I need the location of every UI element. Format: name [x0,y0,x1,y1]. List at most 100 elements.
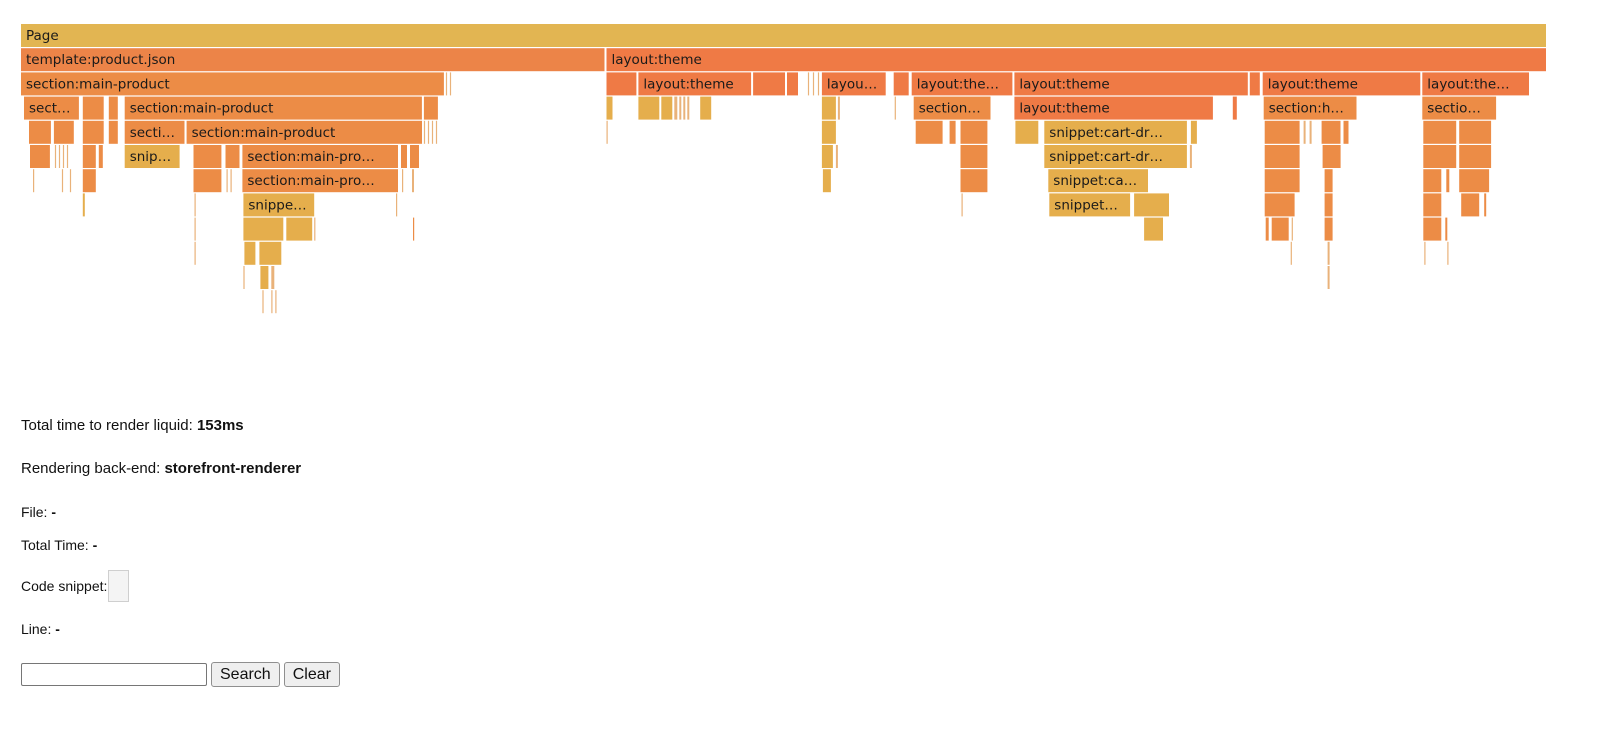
flame-frame[interactable] [82,96,104,120]
flame-frame-rect[interactable] [431,120,434,144]
flame-frame-rect[interactable] [1303,120,1306,144]
flame-frame[interactable] [82,169,96,193]
flame-frame[interactable] [1015,120,1039,144]
flame-frame-rect[interactable] [1249,72,1260,96]
flame-frame-rect[interactable] [679,96,682,120]
flame-frame[interactable] [807,72,810,96]
flame-frame[interactable] [679,96,682,120]
flame-frame[interactable] [54,145,57,168]
flame-frame-rect[interactable] [674,96,678,120]
flame-frame[interactable]: sect… [24,96,79,120]
flame-frame[interactable] [821,145,833,168]
flame-frame[interactable] [1190,120,1197,144]
flame-frame[interactable] [1232,96,1237,120]
flame-frame[interactable] [606,120,608,144]
flame-frame[interactable]: snippet:cart-dr… [1044,120,1187,144]
flame-frame[interactable] [33,169,35,193]
flame-frame-rect[interactable] [82,193,85,217]
flame-frame-rect[interactable] [124,145,180,168]
flame-frame[interactable] [1423,193,1442,217]
flame-frame[interactable] [893,72,909,96]
flame-frame[interactable]: template:product.json [21,48,605,72]
flame-frame-rect[interactable] [1265,217,1269,241]
flame-frame-rect[interactable] [58,145,61,168]
flame-frame[interactable] [894,96,896,120]
flame-frame-rect[interactable] [82,145,96,168]
flame-frame[interactable] [82,193,85,217]
flame-frame-rect[interactable] [314,217,316,241]
flame-frame-rect[interactable] [396,193,398,217]
flame-frame[interactable]: snippet:ca… [1048,169,1148,193]
flame-frame[interactable] [1265,217,1269,241]
flame-frame[interactable] [960,120,988,144]
flame-frame-rect[interactable] [1324,169,1333,193]
flame-frame[interactable]: snip… [124,145,180,168]
flame-frame-rect[interactable] [807,72,810,96]
flame-frame-rect[interactable] [259,241,282,265]
flame-frame[interactable] [314,217,316,241]
flame-frame[interactable] [960,145,988,168]
flame-frame-rect[interactable] [30,145,50,168]
flame-frame-rect[interactable] [1044,120,1187,144]
flame-frame[interactable] [243,217,284,241]
flame-frame-rect[interactable] [242,145,398,168]
flame-frame-rect[interactable] [413,217,415,241]
flame-frame[interactable] [1327,241,1330,265]
flame-frame-rect[interactable] [1309,120,1312,144]
flame-frame[interactable] [401,145,407,168]
flame-frame[interactable]: layout:theme [1262,72,1421,96]
flame-frame-rect[interactable] [1134,193,1169,217]
flame-frame[interactable] [1264,120,1300,144]
flame-frame-rect[interactable] [242,169,398,193]
flame-frame-rect[interactable] [683,96,686,120]
flame-frame-rect[interactable] [606,48,1547,72]
flame-frame[interactable] [837,96,840,120]
flame-frame[interactable] [1484,193,1487,217]
flame-frame[interactable] [700,96,712,120]
flame-frame[interactable] [949,120,956,144]
flame-frame-rect[interactable] [1190,120,1197,144]
flame-frame-rect[interactable] [915,120,943,144]
flame-frame-rect[interactable] [193,169,222,193]
flame-frame[interactable] [1264,193,1295,217]
flame-frame[interactable]: section:main-product [124,96,422,120]
flame-frame-rect[interactable] [606,72,637,96]
flame-frame-rect[interactable] [1484,193,1487,217]
flame-frame[interactable] [244,241,256,265]
flame-frame[interactable]: section:main-product [21,72,444,96]
flame-frame[interactable] [1423,169,1442,193]
flame-frame-rect[interactable] [949,120,956,144]
flame-frame[interactable] [66,145,69,168]
flame-frame[interactable] [1290,241,1292,265]
search-button[interactable]: Search [211,662,280,687]
flame-frame-rect[interactable] [821,96,836,120]
flame-frame[interactable] [69,169,72,193]
flame-frame[interactable] [260,266,269,289]
flame-frame[interactable] [687,96,690,120]
flame-frame[interactable] [259,241,282,265]
flame-frame-rect[interactable] [1264,169,1300,193]
flame-frame[interactable]: section:main-pro… [242,145,398,168]
flame-frame-rect[interactable] [21,72,444,96]
flame-frame[interactable] [606,96,613,120]
flame-frame[interactable] [606,72,637,96]
flame-frame[interactable] [194,193,196,217]
flame-frame-rect[interactable] [1327,241,1330,265]
flame-frame[interactable] [30,145,50,168]
flame-frame-rect[interactable] [33,169,35,193]
flame-frame-rect[interactable] [62,145,65,168]
flame-frame-rect[interactable] [1264,120,1300,144]
flame-frame-rect[interactable] [893,72,909,96]
flame-frame-rect[interactable] [1459,169,1490,193]
flame-frame[interactable] [29,120,51,144]
flame-frame-rect[interactable] [687,96,690,120]
search-input[interactable] [21,663,207,686]
flame-frame-rect[interactable] [700,96,712,120]
flame-frame[interactable] [1189,145,1192,168]
flame-frame-rect[interactable] [1446,169,1450,193]
flame-frame-rect[interactable] [427,120,430,144]
flame-frame[interactable] [286,217,313,241]
flame-frame[interactable] [427,120,430,144]
flame-frame[interactable] [435,120,438,144]
flame-frame[interactable] [822,169,831,193]
